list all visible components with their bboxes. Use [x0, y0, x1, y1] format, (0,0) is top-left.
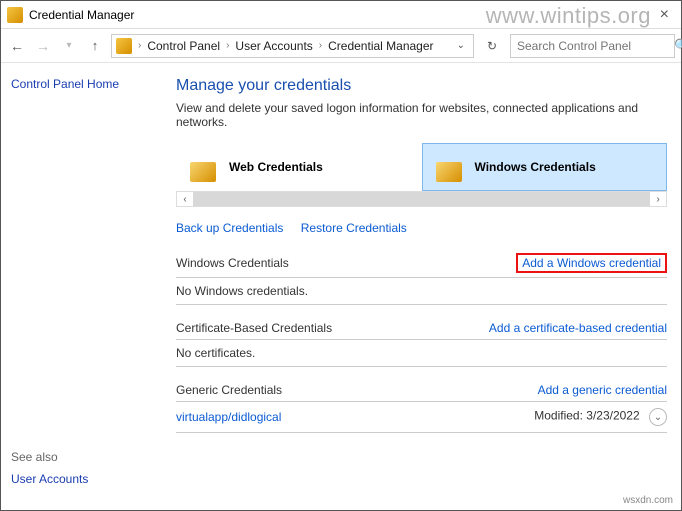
modified-label: Modified: [534, 409, 583, 423]
add-certificate-credential-link[interactable]: Add a certificate-based credential [489, 321, 667, 335]
search-box[interactable]: 🔍 [510, 34, 675, 58]
add-generic-credential-link[interactable]: Add a generic credential [538, 383, 667, 397]
breadcrumb-item[interactable]: User Accounts [235, 39, 312, 53]
search-input[interactable] [515, 38, 674, 54]
backup-credentials-link[interactable]: Back up Credentials [176, 221, 283, 235]
see-also-label: See also [11, 450, 166, 464]
tab-web-credentials[interactable]: Web Credentials [176, 143, 422, 191]
tab-windows-credentials[interactable]: Windows Credentials [422, 143, 668, 191]
expand-button[interactable]: ⌄ [649, 408, 667, 426]
scroll-right-button[interactable]: › [650, 194, 666, 205]
certificate-credentials-empty: No certificates. [176, 340, 667, 367]
recent-dropdown[interactable]: ▾ [59, 36, 79, 56]
page-title: Manage your credentials [176, 77, 667, 95]
add-windows-credential-link[interactable]: Add a Windows credential [522, 256, 661, 270]
modified-date: 3/23/2022 [586, 409, 639, 423]
tab-label: Windows Credentials [475, 160, 596, 174]
page-subtitle: View and delete your saved logon informa… [176, 101, 667, 129]
navbar: ← → ▾ ↑ › Control Panel › User Accounts … [1, 29, 681, 63]
search-icon[interactable]: 🔍 [674, 38, 682, 54]
user-accounts-link[interactable]: User Accounts [11, 472, 166, 486]
credential-actions: Back up Credentials Restore Credentials [176, 221, 667, 235]
control-panel-home-link[interactable]: Control Panel Home [11, 77, 166, 91]
up-button[interactable]: ↑ [85, 36, 105, 56]
refresh-button[interactable]: ↻ [480, 34, 504, 58]
generic-credential-row[interactable]: virtualapp/didlogical Modified: 3/23/202… [176, 402, 667, 433]
tab-label: Web Credentials [229, 160, 323, 174]
empty-text: No Windows credentials. [176, 284, 308, 298]
section-title: Generic Credentials [176, 383, 282, 397]
section-title: Certificate-Based Credentials [176, 321, 332, 335]
main-content: Manage your credentials View and delete … [176, 63, 681, 510]
add-windows-credential-highlight: Add a Windows credential [516, 253, 667, 273]
back-button[interactable]: ← [7, 36, 27, 56]
windows-credentials-empty: No Windows credentials. [176, 278, 667, 305]
credential-modified: Modified: 3/23/2022 ⌄ [534, 408, 667, 426]
scroll-left-button[interactable]: ‹ [177, 194, 193, 205]
app-icon [7, 7, 23, 23]
empty-text: No certificates. [176, 346, 255, 360]
section-title: Windows Credentials [176, 256, 289, 270]
credentials-tabs: Web Credentials Windows Credentials [176, 143, 667, 191]
breadcrumb-item[interactable]: Control Panel [147, 39, 220, 53]
chevron-right-icon[interactable]: › [224, 40, 231, 51]
folder-icon [116, 38, 132, 54]
window-title: Credential Manager [29, 8, 134, 22]
chevron-down-icon[interactable]: ⌄ [453, 40, 469, 51]
credential-name[interactable]: virtualapp/didlogical [176, 410, 281, 424]
windows-credentials-icon [433, 152, 467, 182]
generic-credentials-header: Generic Credentials Add a generic creden… [176, 379, 667, 402]
tabs-scrollbar[interactable]: ‹ › [176, 191, 667, 207]
scroll-track[interactable] [193, 192, 650, 206]
windows-credentials-header: Windows Credentials Add a Windows creden… [176, 249, 667, 278]
breadcrumb-item[interactable]: Credential Manager [328, 39, 433, 53]
restore-credentials-link[interactable]: Restore Credentials [301, 221, 407, 235]
close-button[interactable]: × [654, 6, 675, 24]
chevron-right-icon[interactable]: › [136, 40, 143, 51]
forward-button: → [33, 36, 53, 56]
titlebar: Credential Manager × [1, 1, 681, 29]
web-credentials-icon [187, 152, 221, 182]
sidebar: Control Panel Home See also User Account… [1, 63, 176, 510]
breadcrumb[interactable]: › Control Panel › User Accounts › Creden… [111, 34, 474, 58]
certificate-credentials-header: Certificate-Based Credentials Add a cert… [176, 317, 667, 340]
chevron-right-icon[interactable]: › [317, 40, 324, 51]
